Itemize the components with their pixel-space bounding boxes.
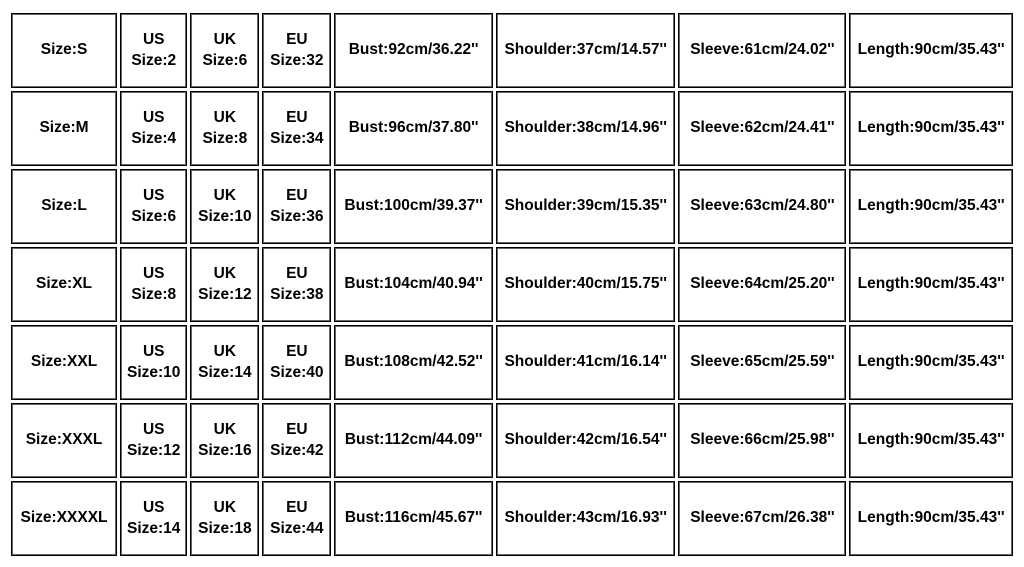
- us-size-cell: US Size:10: [121, 326, 186, 399]
- table-row: Size:XLUS Size:8UK Size:12EU Size:38Bust…: [11, 247, 1013, 322]
- table-row: Size:LUS Size:6UK Size:10EU Size:36Bust:…: [11, 169, 1013, 244]
- uk-size-cell: UK Size:10: [191, 170, 258, 243]
- sleeve-cell: Sleeve:66cm/25.98'': [679, 404, 845, 477]
- shoulder-cell: Shoulder:41cm/16.14'': [497, 326, 675, 399]
- length-cell: Length:90cm/35.43'': [850, 92, 1012, 165]
- shoulder-cell: Shoulder:43cm/16.93'': [497, 482, 675, 555]
- length-cell: Length:90cm/35.43'': [850, 482, 1012, 555]
- table-row: Size:MUS Size:4UK Size:8EU Size:34Bust:9…: [11, 91, 1013, 166]
- shoulder-cell: Shoulder:42cm/16.54'': [497, 404, 675, 477]
- us-size-cell: US Size:6: [121, 170, 186, 243]
- bust-cell: Bust:108cm/42.52'': [335, 326, 492, 399]
- shoulder-cell: Shoulder:38cm/14.96'': [497, 92, 675, 165]
- shoulder-cell: Shoulder:40cm/15.75'': [497, 248, 675, 321]
- bust-cell: Bust:116cm/45.67'': [335, 482, 492, 555]
- table-row: Size:XXXLUS Size:12UK Size:16EU Size:42B…: [11, 403, 1013, 478]
- uk-size-cell: UK Size:6: [191, 14, 258, 87]
- sleeve-cell: Sleeve:64cm/25.20'': [679, 248, 845, 321]
- bust-cell: Bust:92cm/36.22'': [335, 14, 492, 87]
- eu-size-cell: EU Size:36: [263, 170, 330, 243]
- size-cell: Size:XXL: [12, 326, 116, 399]
- shoulder-cell: Shoulder:37cm/14.57'': [497, 14, 675, 87]
- length-cell: Length:90cm/35.43'': [850, 170, 1012, 243]
- table-row: Size:XXLUS Size:10UK Size:14EU Size:40Bu…: [11, 325, 1013, 400]
- uk-size-cell: UK Size:8: [191, 92, 258, 165]
- sleeve-cell: Sleeve:62cm/24.41'': [679, 92, 845, 165]
- us-size-cell: US Size:2: [121, 14, 186, 87]
- sleeve-cell: Sleeve:63cm/24.80'': [679, 170, 845, 243]
- length-cell: Length:90cm/35.43'': [850, 326, 1012, 399]
- us-size-cell: US Size:4: [121, 92, 186, 165]
- us-size-cell: US Size:12: [121, 404, 186, 477]
- size-cell: Size:XL: [12, 248, 116, 321]
- eu-size-cell: EU Size:32: [263, 14, 330, 87]
- eu-size-cell: EU Size:44: [263, 482, 330, 555]
- length-cell: Length:90cm/35.43'': [850, 404, 1012, 477]
- length-cell: Length:90cm/35.43'': [850, 248, 1012, 321]
- eu-size-cell: EU Size:34: [263, 92, 330, 165]
- sleeve-cell: Sleeve:65cm/25.59'': [679, 326, 845, 399]
- uk-size-cell: UK Size:12: [191, 248, 258, 321]
- shoulder-cell: Shoulder:39cm/15.35'': [497, 170, 675, 243]
- size-cell: Size:S: [12, 14, 116, 87]
- size-cell: Size:M: [12, 92, 116, 165]
- size-cell: Size:XXXL: [12, 404, 116, 477]
- table-row: Size:SUS Size:2UK Size:6EU Size:32Bust:9…: [11, 13, 1013, 88]
- length-cell: Length:90cm/35.43'': [850, 14, 1012, 87]
- size-chart-table: Size:SUS Size:2UK Size:6EU Size:32Bust:9…: [8, 10, 1016, 559]
- eu-size-cell: EU Size:40: [263, 326, 330, 399]
- bust-cell: Bust:96cm/37.80'': [335, 92, 492, 165]
- sleeve-cell: Sleeve:67cm/26.38'': [679, 482, 845, 555]
- us-size-cell: US Size:14: [121, 482, 186, 555]
- sleeve-cell: Sleeve:61cm/24.02'': [679, 14, 845, 87]
- size-cell: Size:L: [12, 170, 116, 243]
- bust-cell: Bust:104cm/40.94'': [335, 248, 492, 321]
- us-size-cell: US Size:8: [121, 248, 186, 321]
- eu-size-cell: EU Size:38: [263, 248, 330, 321]
- bust-cell: Bust:100cm/39.37'': [335, 170, 492, 243]
- uk-size-cell: UK Size:18: [191, 482, 258, 555]
- table-row: Size:XXXXLUS Size:14UK Size:18EU Size:44…: [11, 481, 1013, 556]
- uk-size-cell: UK Size:16: [191, 404, 258, 477]
- eu-size-cell: EU Size:42: [263, 404, 330, 477]
- size-cell: Size:XXXXL: [12, 482, 116, 555]
- uk-size-cell: UK Size:14: [191, 326, 258, 399]
- bust-cell: Bust:112cm/44.09'': [335, 404, 492, 477]
